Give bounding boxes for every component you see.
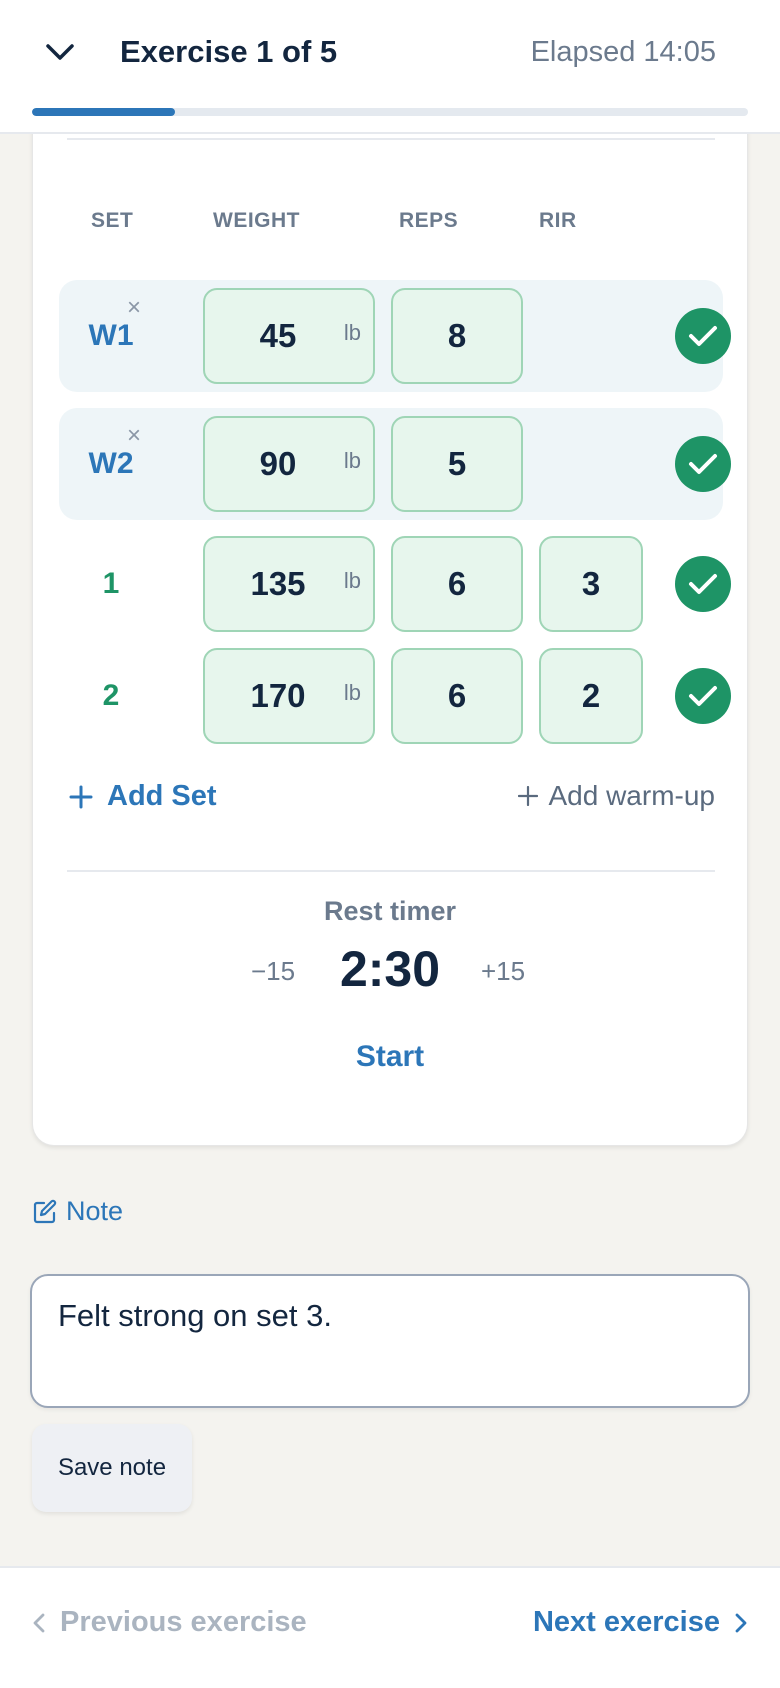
weight-input[interactable]: 135 lb [203, 536, 375, 632]
set-label: W2 [88, 447, 134, 480]
remove-set-icon[interactable]: × [127, 296, 141, 320]
weight-value: 135 [250, 565, 306, 602]
set-row-2: 2 170 lb 6 2 [59, 640, 731, 752]
note-toggle[interactable]: Note [32, 1196, 123, 1227]
set-label: 2 [102, 679, 120, 712]
note-textarea[interactable]: Felt strong on set 3. [30, 1274, 750, 1408]
weight-value: 45 [259, 317, 297, 354]
complete-check-icon[interactable] [675, 308, 731, 364]
note-label: Note [66, 1196, 124, 1226]
weight-unit: lb [343, 680, 361, 705]
weight-input[interactable]: 45 lb [203, 288, 375, 384]
reps-input[interactable]: 8 [391, 288, 523, 384]
weight-input[interactable]: 90 lb [203, 416, 375, 512]
set-label: W1 [88, 319, 134, 352]
exercise-title: Exercise 1 of 5 [120, 34, 338, 69]
column-header-set: SET [91, 209, 134, 232]
rest-timer-value: 2:30 [339, 941, 441, 997]
weight-value: 170 [250, 677, 306, 714]
set-row-w2: W2 × 90 lb 5 [59, 408, 731, 520]
rir-input[interactable]: 2 [539, 648, 643, 744]
next-exercise-button[interactable]: Next exercise [533, 1606, 748, 1639]
weight-unit: lb [343, 568, 361, 593]
weight-unit: lb [343, 448, 361, 473]
add-set-button[interactable]: Add Set [69, 780, 217, 813]
set-row-1: 1 135 lb 6 3 [59, 528, 731, 640]
chevron-down-icon[interactable] [40, 32, 80, 72]
rest-start-button[interactable]: Start [33, 1040, 747, 1074]
add-warmup-button[interactable]: Add warm-up [518, 780, 715, 812]
column-header-reps: REPS [399, 209, 459, 232]
weight-unit: lb [343, 320, 361, 345]
column-header-weight: WEIGHT [213, 209, 300, 232]
rest-timer-label: Rest timer [323, 896, 457, 926]
exercise-card: SET WEIGHT REPS RIR W1 × 45 lb 8 W2 × 90… [32, 120, 748, 1146]
add-set-label: Add Set [107, 780, 217, 812]
card-divider [67, 870, 715, 872]
chevron-left-icon [33, 1613, 45, 1632]
next-exercise-label: Next exercise [532, 1606, 720, 1638]
complete-check-icon[interactable] [675, 668, 731, 724]
rest-increase-button[interactable]: +15 [481, 956, 525, 987]
card-divider [67, 138, 715, 140]
column-header-rir: RIR [539, 209, 577, 232]
save-note-button[interactable]: Save note [32, 1424, 192, 1512]
rest-timer-controls: −15 2:30 +15 [33, 940, 747, 1010]
weight-input[interactable]: 170 lb [203, 648, 375, 744]
reps-input[interactable]: 6 [391, 536, 523, 632]
set-row-w1: W1 × 45 lb 8 [59, 280, 731, 392]
plus-icon [518, 786, 539, 806]
reps-input[interactable]: 5 [391, 416, 523, 512]
rir-input[interactable]: 3 [539, 536, 643, 632]
previous-exercise-label: Previous exercise [60, 1606, 307, 1638]
previous-exercise-button[interactable]: Previous exercise [32, 1606, 307, 1639]
complete-check-icon[interactable] [675, 436, 731, 492]
set-label: 1 [102, 567, 120, 600]
elapsed-time: Elapsed 14:05 [530, 36, 716, 68]
exercise-header: Exercise 1 of 5 Elapsed 14:05 [0, 0, 780, 134]
weight-value: 90 [259, 445, 297, 482]
exercise-progress-bar [32, 108, 748, 116]
complete-check-icon[interactable] [675, 556, 731, 612]
reps-input[interactable]: 6 [391, 648, 523, 744]
add-warmup-label: Add warm-up [548, 780, 715, 811]
exercise-progress-fill [32, 108, 176, 116]
remove-set-icon[interactable]: × [127, 424, 141, 448]
edit-icon [33, 1199, 57, 1223]
plus-icon [69, 785, 93, 808]
exercise-footer-nav: Previous exercise Next exercise [0, 1566, 780, 1688]
chevron-right-icon [735, 1613, 747, 1632]
